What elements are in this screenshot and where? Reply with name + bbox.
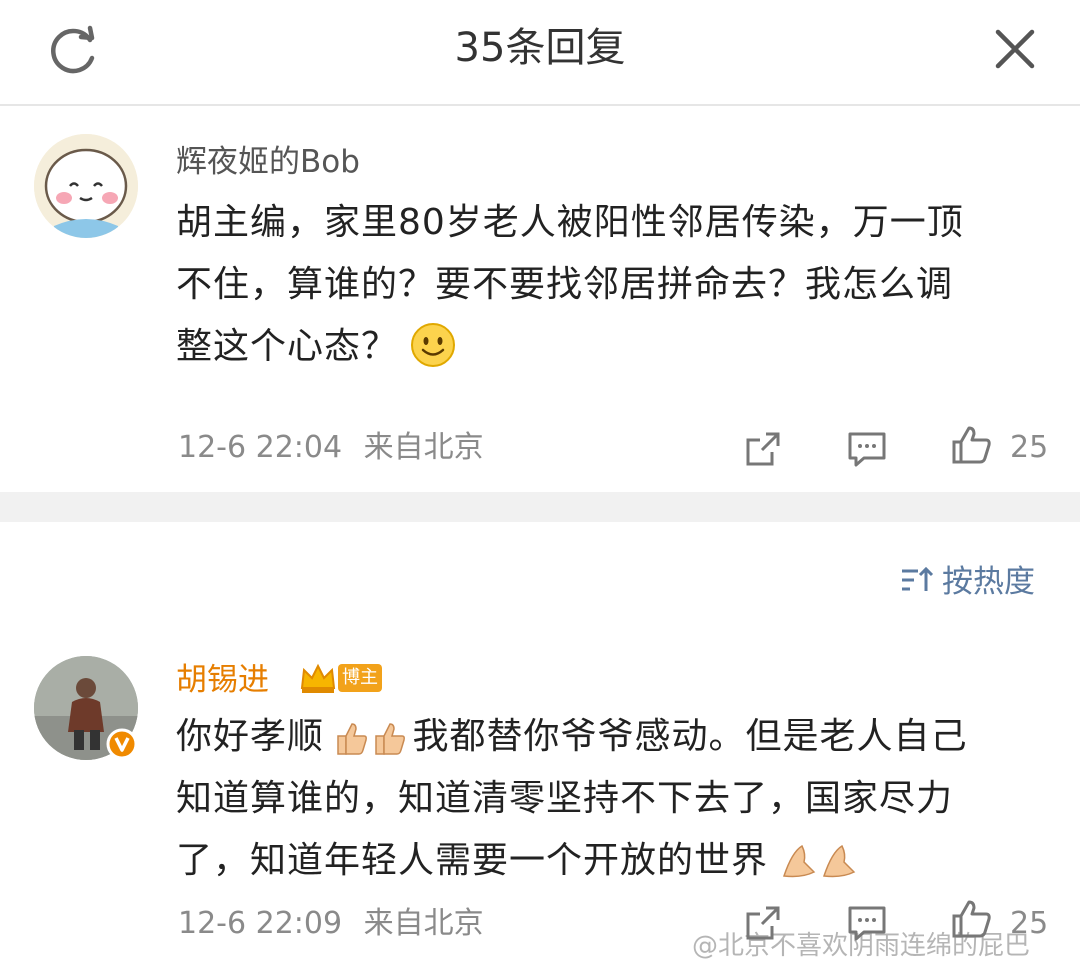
verified-badge-icon xyxy=(106,728,138,760)
comment-text-line-with-emoji: 整这个心态？ xyxy=(176,316,1046,378)
comment-location: 来自北京 xyxy=(363,430,484,465)
like-icon[interactable] xyxy=(950,424,992,466)
comment-meta: 12-6 22:04 来自北京 xyxy=(178,428,484,468)
comment-text: 你好孝顺 我都替你爷爷感动。但是老人自己 知道算谁的，知道清零坚持不下去了，国家… xyxy=(176,706,1046,892)
comment-text-line: 胡主编，家里80岁老人被阳性邻居传染，万一顶 xyxy=(176,202,964,243)
comment-username[interactable]: 胡锡进 xyxy=(176,660,269,700)
comment-text-line: 了，知道年轻人需要一个开放的世界 xyxy=(176,840,769,881)
comment-text-line: 你好孝顺 xyxy=(176,716,325,757)
comment-text-line-with-emoji: 了，知道年轻人需要一个开放的世界 xyxy=(176,830,1046,892)
comment-text-line: 知道算谁的，知道清零坚持不下去了，国家尽力 xyxy=(176,778,954,819)
comment-meta: 12-6 22:09 来自北京 xyxy=(178,904,484,944)
sort-by-hot-button[interactable]: 按热度 xyxy=(900,560,1035,604)
crown-icon xyxy=(300,663,336,693)
avatar[interactable] xyxy=(34,134,138,238)
comment-text-line: 整这个心态？ xyxy=(176,326,399,367)
comment-text: 胡主编，家里80岁老人被阳性邻居传染，万一顶 不住，算谁的？要不要找邻居拼命去？… xyxy=(176,192,1046,378)
badge-label: 博主 xyxy=(338,664,382,692)
like-count: 25 xyxy=(1010,430,1049,465)
close-icon[interactable] xyxy=(990,24,1040,74)
smile-emoji-icon xyxy=(411,323,456,367)
repost-icon[interactable] xyxy=(742,428,784,470)
cartoon-avatar-icon xyxy=(34,134,138,238)
comment-time: 12-6 22:04 xyxy=(178,430,343,465)
comment-text-line-with-emoji: 你好孝顺 我都替你爷爷感动。但是老人自己 xyxy=(176,706,1046,768)
thumbs-up-emoji-icon xyxy=(337,723,406,755)
comment-icon[interactable] xyxy=(846,428,888,470)
comment-location: 来自北京 xyxy=(363,906,484,941)
comment-time: 12-6 22:09 xyxy=(178,906,343,941)
praying-hands-emoji-icon xyxy=(783,844,856,878)
watermark-text: @北京不喜欢阴雨连绵的屁巴 xyxy=(692,931,1031,961)
blogger-badge: 博主 xyxy=(298,660,382,696)
comment-username[interactable]: 辉夜姬的Bob xyxy=(176,142,360,182)
comment-text-line: 不住，算谁的？要不要找邻居拼命去？我怎么调 xyxy=(176,264,954,305)
sort-icon xyxy=(902,566,934,591)
page-title: 35条回复 xyxy=(454,25,626,71)
replies-header: 35条回复 xyxy=(0,0,1080,106)
comment-text-line: 我都替你爷爷感动。但是老人自己 xyxy=(412,716,968,757)
section-divider xyxy=(0,492,1080,522)
sort-label: 按热度 xyxy=(942,564,1035,600)
comment-replies-page: 35条回复 辉夜姬的Bob 胡主编，家里80岁老人被阳性邻居传染，万一顶 不住，… xyxy=(0,0,1080,972)
